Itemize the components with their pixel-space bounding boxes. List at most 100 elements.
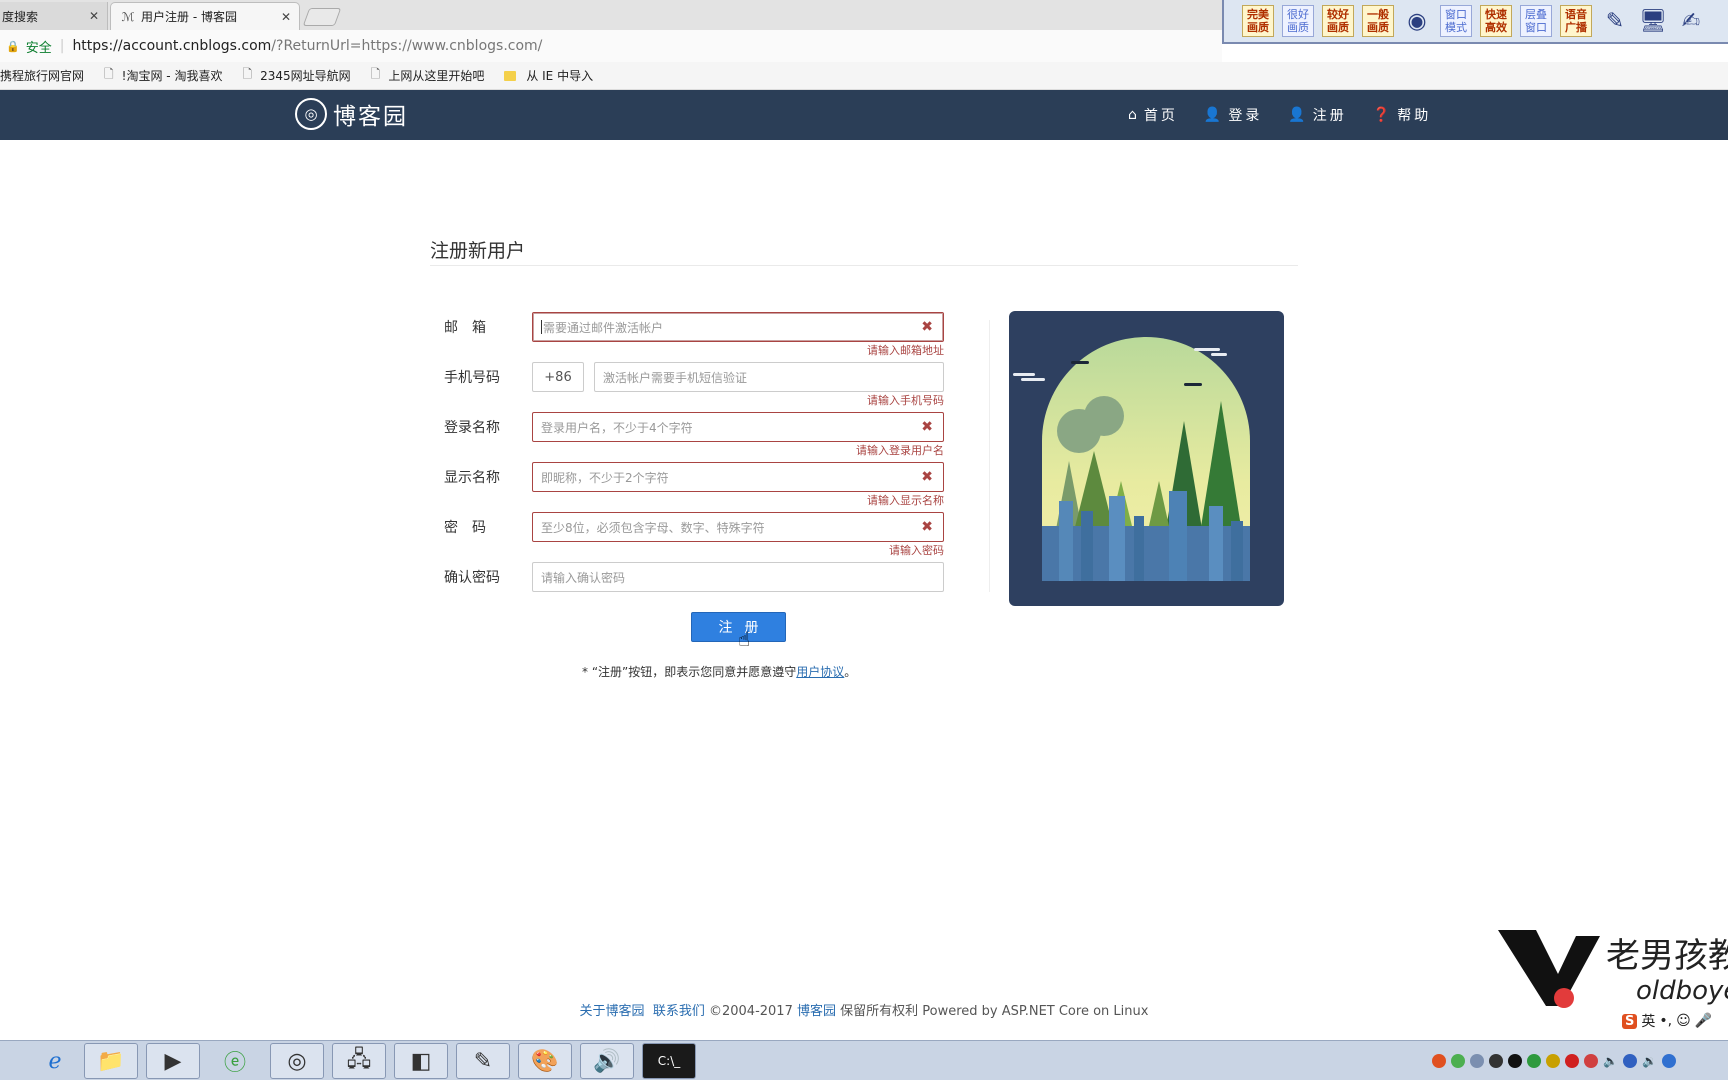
error-x-icon: ✖ <box>921 319 933 335</box>
text-caret <box>541 320 542 334</box>
window-mode-button[interactable]: 窗口模式 <box>1440 5 1472 37</box>
watermark-subtext: oldboyedu <box>1636 976 1728 1006</box>
360-browser-icon[interactable]: ⓔ <box>208 1043 262 1079</box>
display-name-row: 显示名称 即昵称，不少于2个字符 ✖ 请输入显示名称 <box>444 462 944 507</box>
phone-field[interactable]: 激活帐户需要手机短信验证 <box>594 362 944 392</box>
email-label: 邮 箱 <box>444 320 486 336</box>
heading-divider <box>430 265 1298 266</box>
system-tray: 🔈 🔉 <box>1432 1041 1676 1081</box>
nav-home-label: 首页 <box>1143 108 1178 124</box>
email-placeholder: 需要通过邮件激活帐户 <box>543 320 664 335</box>
password-row: 密 码 至少8位，必须包含字母、数字、特殊字符 ✖ 请输入密码 <box>444 512 944 557</box>
tab-baidu-search[interactable]: 度搜索 ✕ <box>0 2 108 30</box>
email-field[interactable]: 需要通过邮件激活帐户 ✖ <box>532 312 944 342</box>
bookmark-2345[interactable]: 🗋 2345网址导航网 <box>242 65 350 86</box>
display-name-field[interactable]: 即昵称，不少于2个字符 ✖ <box>532 462 944 492</box>
bluetooth-tray-icon[interactable] <box>1661 1054 1676 1068</box>
login-name-error: 请输入登录用户名 <box>856 444 944 457</box>
tab-register[interactable]: ℳ 用户注册 - 博客园 ✕ <box>110 2 300 30</box>
login-name-label: 登录名称 <box>444 420 500 436</box>
about-link[interactable]: 关于博客园 <box>580 1004 645 1019</box>
display-name-label: 显示名称 <box>444 470 500 486</box>
secure-label: 安全 <box>25 40 52 56</box>
extension-toolbar: 完美画质 很好画质 较好画质 一般画质 ◉ 窗口模式 快速高效 层叠窗口 语音广… <box>1222 0 1728 44</box>
url-host: https://account.cnblogs.com <box>72 38 272 54</box>
pen-tool-icon[interactable]: ✎ <box>1600 5 1630 37</box>
close-tab-icon[interactable]: ✕ <box>281 10 291 24</box>
network-adapter-tray-icon[interactable] <box>1622 1054 1637 1068</box>
qq-tray-icon[interactable] <box>1508 1054 1522 1068</box>
emoji-icon: ☺ <box>1676 1013 1691 1029</box>
footer-site-link[interactable]: 博客园 <box>797 1004 836 1019</box>
ime-indicator[interactable]: S 英 •, ☺ 🎤 <box>1618 1011 1717 1031</box>
bookmark-label: 携程旅行网官网 <box>0 69 85 83</box>
volume-app-icon[interactable]: 🔊 <box>580 1043 634 1079</box>
device-tray-icon[interactable] <box>1489 1054 1503 1068</box>
bookmark-start[interactable]: 🗋 上网从这里开始吧 <box>371 65 485 86</box>
windows-taskbar: ℯ 📁 ▶ ⓔ ◎ 🖧 ◧ ✎ 🎨 🔊 C:\_ 🔈 🔉 <box>0 1040 1728 1080</box>
folder-icon[interactable]: 📁 <box>84 1043 138 1079</box>
record-tray-icon[interactable] <box>1565 1054 1579 1068</box>
quality-normal-button[interactable]: 一般画质 <box>1362 5 1394 37</box>
country-code-field[interactable]: +86 <box>532 362 584 392</box>
notepad-icon[interactable]: ✎ <box>456 1043 510 1079</box>
quality-perfect-button[interactable]: 完美画质 <box>1242 5 1274 37</box>
quality-better-button[interactable]: 较好画质 <box>1322 5 1354 37</box>
powerpoint-icon[interactable]: ◧ <box>394 1043 448 1079</box>
cnblogs-logo-icon: ◎ <box>295 98 327 130</box>
login-name-row: 登录名称 登录用户名，不少于4个字符 ✖ 请输入登录用户名 <box>444 412 944 457</box>
stop-tray-icon[interactable] <box>1584 1054 1598 1068</box>
bookmark-import-ie[interactable]: 从 IE 中导入 <box>504 67 593 84</box>
sogou-tray-icon[interactable] <box>1432 1054 1446 1068</box>
password-field[interactable]: 至少8位，必须包含字母、数字、特殊字符 ✖ <box>532 512 944 542</box>
site-logo[interactable]: ◎ 博客园 <box>295 97 408 131</box>
contact-link[interactable]: 联系我们 <box>653 1004 705 1019</box>
volume-tray-icon[interactable]: 🔉 <box>1642 1054 1657 1068</box>
monitor-icon[interactable]: 🖥 <box>1638 5 1668 37</box>
media-player-icon[interactable]: ▶ <box>146 1043 200 1079</box>
cascade-window-button[interactable]: 层叠窗口 <box>1520 5 1552 37</box>
update-tray-icon[interactable] <box>1546 1054 1560 1068</box>
copyright-text: ©2004-2017 <box>708 1004 793 1019</box>
edit-icon[interactable]: ✍ <box>1676 5 1706 37</box>
close-tab-icon[interactable]: ✕ <box>89 9 99 23</box>
record-disc-icon[interactable]: ◉ <box>1402 5 1432 37</box>
terminal-icon[interactable]: C:\_ <box>642 1043 696 1079</box>
user-agreement-link[interactable]: 用户协议 <box>796 665 844 679</box>
remote-desktop-icon[interactable]: 🖧 <box>332 1043 386 1079</box>
bookmark-label: 从 IE 中导入 <box>526 69 594 83</box>
fast-mode-button[interactable]: 快速高效 <box>1480 5 1512 37</box>
confirm-password-field[interactable]: 请输入确认密码 <box>532 562 944 592</box>
folder-icon <box>504 70 517 81</box>
agreement-suffix: 。 <box>844 665 857 679</box>
voice-broadcast-button[interactable]: 语音广播 <box>1560 5 1592 37</box>
nav-register[interactable]: 👤 注册 <box>1288 105 1346 125</box>
footer-rights: 保留所有权利 Powered by ASP.NET Core on Linux <box>840 1004 1149 1019</box>
address-divider: | <box>59 38 65 54</box>
bookmarks-bar: 携程旅行网官网 🗋 !淘宝网 - 淘我喜欢 🗋 2345网址导航网 🗋 上网从这… <box>0 62 1728 90</box>
quality-good-button[interactable]: 很好画质 <box>1282 5 1314 37</box>
form-divider <box>989 320 990 592</box>
new-tab-button[interactable] <box>302 8 342 26</box>
ie-icon[interactable]: ℯ <box>28 1043 82 1079</box>
chrome-icon[interactable]: ◎ <box>270 1043 324 1079</box>
page-icon: 🗋 <box>242 67 253 81</box>
page-icon: 🗋 <box>104 67 114 81</box>
nav-login[interactable]: 👤 登录 <box>1204 105 1262 125</box>
nav-home[interactable]: ⌂ 首页 <box>1128 105 1178 125</box>
paint-icon[interactable]: 🎨 <box>518 1043 572 1079</box>
bookmark-taobao[interactable]: 🗋 !淘宝网 - 淘我喜欢 <box>104 65 222 86</box>
address-bar[interactable]: 🔒 安全 | https://account.cnblogs.com/?Retu… <box>0 30 1222 62</box>
network-tray-icon[interactable] <box>1451 1054 1465 1068</box>
login-name-field[interactable]: 登录用户名，不少于4个字符 ✖ <box>532 412 944 442</box>
bookmark-ctrip[interactable]: 携程旅行网官网 <box>0 67 84 84</box>
password-error: 请输入密码 <box>889 544 944 557</box>
punctuation-icon: •, <box>1659 1013 1673 1029</box>
tab-label: 度搜索 <box>2 9 39 24</box>
nav-help[interactable]: ❓ 帮助 <box>1373 105 1431 125</box>
hand-cursor-icon: ☝ <box>738 627 751 651</box>
security-tray-icon[interactable] <box>1527 1054 1541 1068</box>
lock-icon: 🔒 <box>6 39 20 53</box>
display-tray-icon[interactable] <box>1470 1054 1484 1068</box>
speaker-tray-icon[interactable]: 🔈 <box>1603 1054 1618 1068</box>
